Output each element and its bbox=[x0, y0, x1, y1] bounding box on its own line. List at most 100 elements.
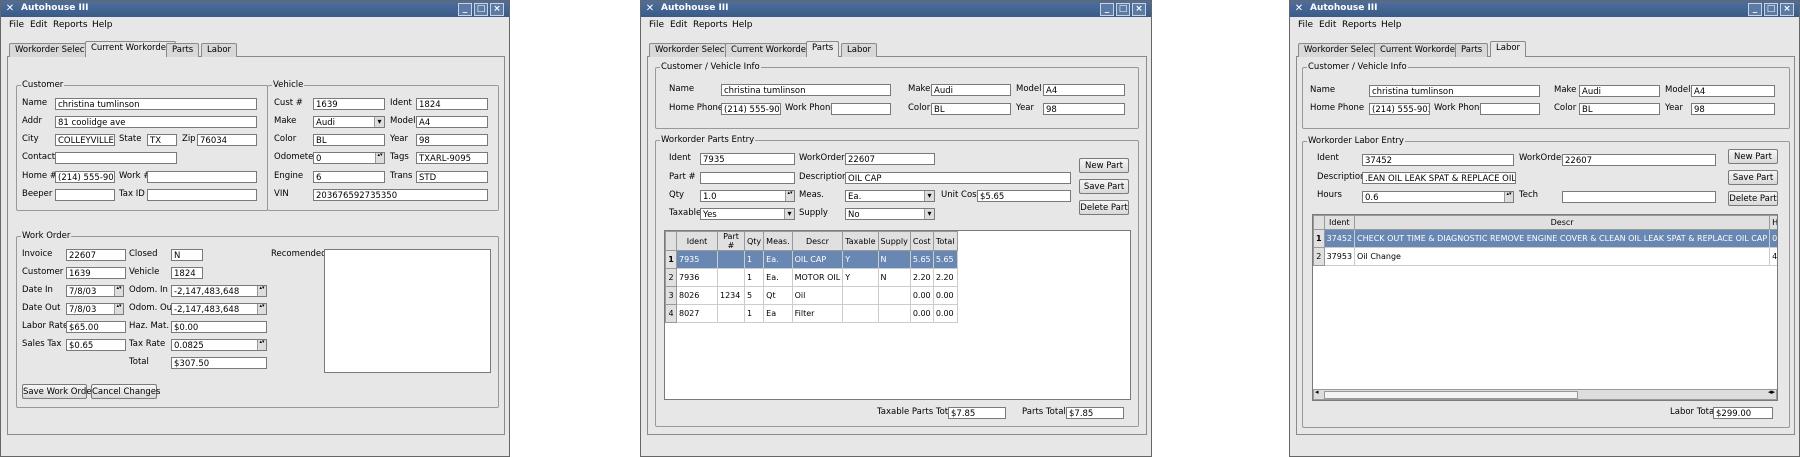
invoice-field[interactable]: 22607 bbox=[66, 249, 126, 261]
homephone-field[interactable]: (214) 555-9031 bbox=[1369, 103, 1430, 115]
new-part-button[interactable]: New Part bbox=[1728, 149, 1778, 164]
meas-select[interactable]: Ea. bbox=[845, 190, 935, 202]
unitcost-field[interactable]: $5.65 bbox=[977, 190, 1071, 202]
close-icon[interactable]: × bbox=[1132, 3, 1146, 16]
make-field[interactable]: Audi bbox=[931, 84, 1011, 96]
recomended-textarea[interactable] bbox=[324, 249, 491, 373]
table-row[interactable]: 2 37953 Oil Change 4 bbox=[1313, 247, 1777, 266]
tab-labor[interactable]: Labor bbox=[841, 43, 878, 57]
col-descr[interactable]: Descr bbox=[791, 231, 844, 251]
description-field[interactable]: OIL CAP bbox=[845, 172, 1071, 184]
table-row[interactable]: 4 8027 1 Ea Filter 0.00 0.00 bbox=[665, 304, 958, 323]
odometer-stepper[interactable]: 0 bbox=[313, 152, 385, 164]
save-work-order-button[interactable]: Save Work Order bbox=[22, 384, 95, 399]
tab-parts[interactable]: Parts bbox=[166, 43, 200, 57]
menu-file[interactable]: File bbox=[649, 20, 664, 30]
col-supply[interactable]: Supply bbox=[877, 231, 911, 251]
total-field[interactable]: $307.50 bbox=[171, 357, 267, 369]
scroll-thumb[interactable] bbox=[1324, 391, 1578, 399]
maximize-icon[interactable]: □ bbox=[1764, 3, 1778, 16]
menu-help[interactable]: Help bbox=[1381, 20, 1402, 30]
close-icon[interactable]: × bbox=[1780, 3, 1794, 16]
color-field[interactable]: BL bbox=[313, 134, 385, 146]
menu-reports[interactable]: Reports bbox=[693, 20, 728, 30]
trans-field[interactable]: STD bbox=[416, 171, 488, 183]
workphone-field[interactable] bbox=[831, 103, 891, 115]
supply-select[interactable]: No bbox=[845, 208, 935, 220]
title-bar[interactable]: ✕ Autohouse III _ □ × bbox=[1, 1, 509, 17]
workphone-field[interactable] bbox=[1480, 103, 1540, 115]
col-meas[interactable]: Meas. bbox=[763, 231, 793, 251]
year-field[interactable]: 98 bbox=[1691, 103, 1775, 115]
year-field[interactable]: 98 bbox=[416, 134, 488, 146]
col-ident[interactable]: Ident bbox=[676, 231, 718, 251]
color-field[interactable]: BL bbox=[931, 103, 1011, 115]
horizontal-scrollbar[interactable]: ◂ ◂▸ bbox=[1313, 388, 1777, 400]
ident-field[interactable]: 1824 bbox=[416, 98, 488, 110]
menu-reports[interactable]: Reports bbox=[53, 20, 88, 30]
menu-reports[interactable]: Reports bbox=[1342, 20, 1377, 30]
ident-field[interactable]: 37452 bbox=[1362, 154, 1514, 166]
tab-labor[interactable]: Labor bbox=[201, 43, 238, 57]
minimize-icon[interactable]: _ bbox=[1100, 3, 1114, 16]
scroll-right-icon[interactable]: ◂▸ bbox=[1768, 388, 1775, 396]
menu-edit[interactable]: Edit bbox=[1319, 20, 1336, 30]
col-cost[interactable]: Cost bbox=[909, 231, 934, 251]
maximize-icon[interactable]: □ bbox=[474, 3, 488, 16]
tech-field[interactable] bbox=[1562, 191, 1716, 203]
delete-part-button[interactable]: Delete Part bbox=[1728, 191, 1778, 206]
col-ident[interactable]: Ident bbox=[1323, 215, 1356, 230]
table-row[interactable]: 1 37452 CHECK OUT TIME & DIAGNOSTIC REMO… bbox=[1313, 229, 1777, 248]
tab-parts[interactable]: Parts bbox=[1455, 43, 1489, 57]
addr-field[interactable]: 81 coolidge ave bbox=[55, 116, 257, 128]
minimize-icon[interactable]: _ bbox=[458, 3, 472, 16]
tab-parts[interactable]: Parts bbox=[806, 41, 840, 57]
taxrate-stepper[interactable]: 0.0825 bbox=[171, 339, 267, 351]
hours-stepper[interactable]: 0.6 bbox=[1362, 191, 1514, 203]
state-field[interactable]: TX bbox=[147, 134, 177, 146]
tab-current-workorder[interactable]: Current Workorder bbox=[725, 43, 816, 57]
datein-stepper[interactable]: 7/8/03 bbox=[66, 285, 124, 297]
maximize-icon[interactable]: □ bbox=[1116, 3, 1130, 16]
menu-file[interactable]: File bbox=[1298, 20, 1313, 30]
engine-field[interactable]: 6 bbox=[313, 171, 385, 183]
beeper-field[interactable] bbox=[55, 189, 115, 201]
tab-workorder-select[interactable]: Workorder Select bbox=[1298, 43, 1383, 57]
name-field[interactable]: christina tumlinson bbox=[1369, 85, 1540, 97]
scroll-left-icon[interactable]: ◂ bbox=[1315, 388, 1319, 396]
table-row[interactable]: 2 7936 1 Ea. MOTOR OIL Y N 2.20 2.20 bbox=[665, 268, 958, 287]
save-part-button[interactable]: Save Part bbox=[1079, 179, 1129, 194]
zip-field[interactable]: 76034 bbox=[197, 134, 257, 146]
close-icon[interactable]: × bbox=[490, 3, 504, 16]
taxid-field[interactable] bbox=[147, 189, 257, 201]
ident-field[interactable]: 7935 bbox=[700, 153, 795, 165]
parts-table[interactable]: Ident Part # Qty Meas. Descr Taxable Sup… bbox=[664, 230, 1131, 400]
odomin-stepper[interactable]: -2,147,483,648 bbox=[171, 285, 267, 297]
odomout-stepper[interactable]: -2,147,483,648 bbox=[171, 303, 267, 315]
menu-help[interactable]: Help bbox=[732, 20, 753, 30]
workorder-field[interactable]: 22607 bbox=[845, 153, 935, 165]
cancel-changes-button[interactable]: Cancel Changes bbox=[91, 384, 160, 399]
menu-file[interactable]: File bbox=[9, 20, 24, 30]
tab-current-workorder[interactable]: Current Workorder bbox=[85, 41, 176, 57]
tab-labor[interactable]: Labor bbox=[1490, 41, 1527, 57]
delete-part-button[interactable]: Delete Part bbox=[1079, 200, 1129, 215]
vehicle-field[interactable]: 1824 bbox=[171, 267, 203, 279]
tags-field[interactable]: TXARL-9095 bbox=[416, 152, 488, 164]
menu-help[interactable]: Help bbox=[92, 20, 113, 30]
home-field[interactable]: (214) 555-9031 bbox=[55, 171, 115, 183]
cust-field[interactable]: 1639 bbox=[313, 98, 385, 110]
year-field[interactable]: 98 bbox=[1043, 103, 1125, 115]
qty-stepper[interactable]: 1.0 bbox=[700, 190, 795, 202]
name-field[interactable]: christina tumlinson bbox=[55, 98, 257, 110]
closed-field[interactable]: N bbox=[171, 249, 203, 261]
model-field[interactable]: A4 bbox=[416, 116, 488, 128]
tab-workorder-select[interactable]: Workorder Select bbox=[649, 43, 734, 57]
title-bar[interactable]: ✕ Autohouse III _ □ × bbox=[641, 1, 1151, 17]
menu-edit[interactable]: Edit bbox=[670, 20, 687, 30]
hazmat-field[interactable]: $0.00 bbox=[171, 321, 267, 333]
vin-field[interactable]: 203676592735350 bbox=[313, 189, 488, 201]
description-field[interactable]: .EAN OIL LEAK SPAT & REPLACE OIL CAP bbox=[1362, 172, 1516, 184]
col-total[interactable]: Total bbox=[932, 231, 958, 251]
new-part-button[interactable]: New Part bbox=[1079, 158, 1129, 173]
